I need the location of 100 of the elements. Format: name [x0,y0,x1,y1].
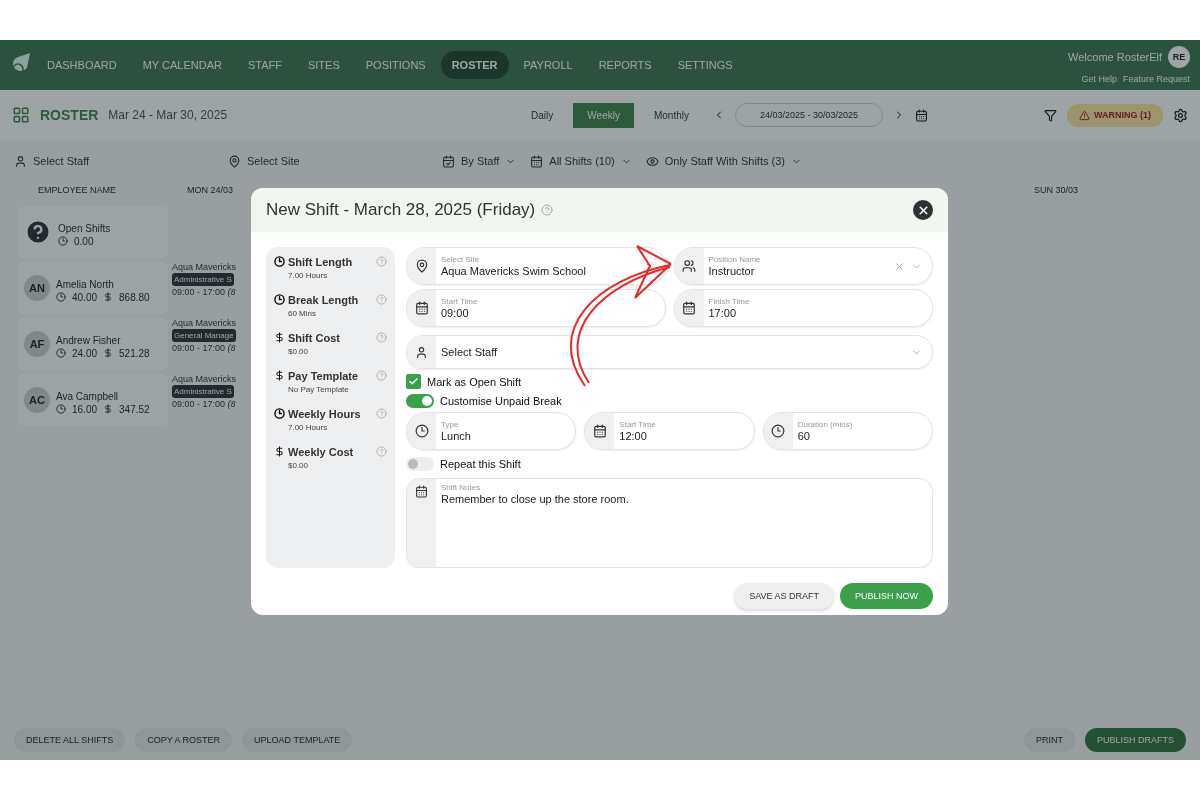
break-toggle[interactable] [406,394,434,408]
help-icon[interactable] [541,204,554,216]
field-value: 60 [797,430,811,442]
footer-button[interactable]: UPLOAD TEMPLATE [242,728,353,752]
footer-button[interactable]: DELETE ALL SHIFTS [14,728,126,752]
footer-button[interactable]: COPY A ROSTER [135,728,233,752]
help-icon[interactable] [376,294,387,305]
notes-icon [415,485,428,498]
nav-link[interactable]: PAYROLL [512,51,584,79]
column-header: SUN 30/03 [1033,185,1078,195]
roster-icon [12,106,30,124]
publish-drafts-button[interactable]: PUBLISH DRAFTS [1085,728,1186,752]
close-button[interactable] [913,200,933,220]
initials-avatar: AF [24,331,50,357]
employee-card[interactable]: Open Shifts 0.00 [18,206,168,258]
summary-value: 7.00 Hours [288,423,329,432]
summary-label: Weekly Hours [288,408,362,420]
position-select[interactable]: Position Name Instructor [673,247,933,285]
calendar-icon [530,154,544,168]
dollar-icon [103,292,114,302]
help-link[interactable]: Get Help [1081,74,1117,84]
help-link[interactable]: Feature Request [1122,74,1190,84]
warning-button[interactable]: WARNING (1) [1067,103,1163,127]
help-icon[interactable] [376,408,387,419]
site-name: Aqua Mavericks [172,318,238,328]
summary-value: 7.00 Hours [288,271,329,280]
calendar-icon [592,424,607,438]
nav-link[interactable]: SITES [296,51,351,79]
employee-name: Andrew Fisher [56,334,121,346]
summary-value: $0.00 [288,461,310,470]
nav-link[interactable]: ROSTER [440,51,509,79]
field-value: Aqua Mavericks Swim School [441,265,587,277]
field-value: 12:00 [619,430,648,442]
nav-link[interactable]: STAFF [236,51,293,79]
initials-avatar: AC [24,387,50,413]
site-name: Aqua Mavericks [172,262,238,272]
column-header: MON 24/03 [187,185,234,195]
filter-icon[interactable] [1044,108,1057,122]
nav-link[interactable]: REPORTS [587,51,663,79]
close-icon [916,203,930,217]
shift-time: 09:00 - 17:00 (8 [172,287,237,297]
date-range-field[interactable]: 24/03/2025 - 30/03/2025 [734,103,884,127]
view-tab[interactable]: Monthly [639,102,703,128]
shift-filter-select[interactable]: All Shifts (10) [530,154,632,168]
help-icon[interactable] [376,446,387,457]
hours-text: 0.00 [74,235,94,247]
employee-card[interactable]: AF Andrew Fisher 24.00 521.28 [18,318,168,370]
nav-link[interactable]: SETTINGS [666,51,744,79]
employee-card[interactable]: AC Ava Campbell 16.00 347.52 [18,374,168,426]
summary-value: No Pay Template [288,385,350,394]
open-shift-checkbox[interactable] [406,374,421,389]
visibility-select[interactable]: Only Staff With Shifts (3) [645,154,802,168]
field-label: Position Name [708,255,762,264]
group-select[interactable]: By Staff [442,154,517,168]
save-draft-button[interactable]: SAVE AS DRAFT [734,583,834,609]
clear-icon[interactable] [894,260,905,272]
view-tab[interactable]: Daily [517,102,568,128]
help-icon[interactable] [376,332,387,343]
start-time-field[interactable]: Start Time 09:00 [406,289,666,327]
summary-label: Shift Cost [288,332,341,344]
summary-label: Break Length [288,294,360,306]
summary-label: Weekly Cost [288,446,355,458]
field-label: Finish Time [708,297,751,306]
help-icon[interactable] [376,256,387,267]
break-field[interactable]: Duration (mins) 60 [762,412,933,450]
field-label: Start Time [619,420,657,429]
user-avatar[interactable]: RE [1168,46,1190,68]
site-select[interactable]: Select Site [228,154,428,168]
break-field[interactable]: Start Time 12:00 [584,412,755,450]
clear-icon[interactable] [643,260,655,272]
hours-text: 16.00 [72,403,98,415]
staff-select[interactable]: Select Staff [14,154,214,168]
field-label: Type [441,420,460,429]
field-placeholder: Select Staff [441,346,499,358]
nav-link[interactable]: DASHBOARD [36,51,128,79]
help-icon[interactable] [376,370,387,381]
summary-label: Shift Length [288,256,354,268]
nav-link[interactable]: POSITIONS [354,51,437,79]
cost-text: 868.80 [119,291,150,303]
repeat-toggle[interactable] [406,457,434,471]
publish-button[interactable]: PUBLISH NOW [840,583,933,609]
notes-field[interactable]: Shift Notes Remember to close up the store room. [406,478,933,568]
dollar-icon [274,332,285,343]
position-tag: General Manage [172,329,236,342]
calendar-icon[interactable] [915,108,929,122]
print-button[interactable]: PRINT [1024,728,1075,752]
field-label: Start Time [441,297,479,306]
nav-link[interactable]: MY CALENDAR [131,51,233,79]
finish-time-field[interactable]: Finish Time 17:00 [673,289,933,327]
site-select[interactable]: Select Site Aqua Mavericks Swim School [406,247,666,285]
position-tag: Administrative S [172,273,234,286]
staff-select[interactable]: Select Staff [406,335,933,369]
dollar-icon [274,370,285,381]
view-tab[interactable]: Weekly [573,102,634,128]
break-field[interactable]: Type Lunch [406,412,577,450]
settings-icon[interactable] [1173,107,1188,123]
field-label: Shift Notes [441,483,482,492]
employee-card[interactable]: AN Amelia North 40.00 868.80 [18,262,168,314]
clock-icon [56,348,66,358]
initials-avatar: AN [24,275,50,301]
